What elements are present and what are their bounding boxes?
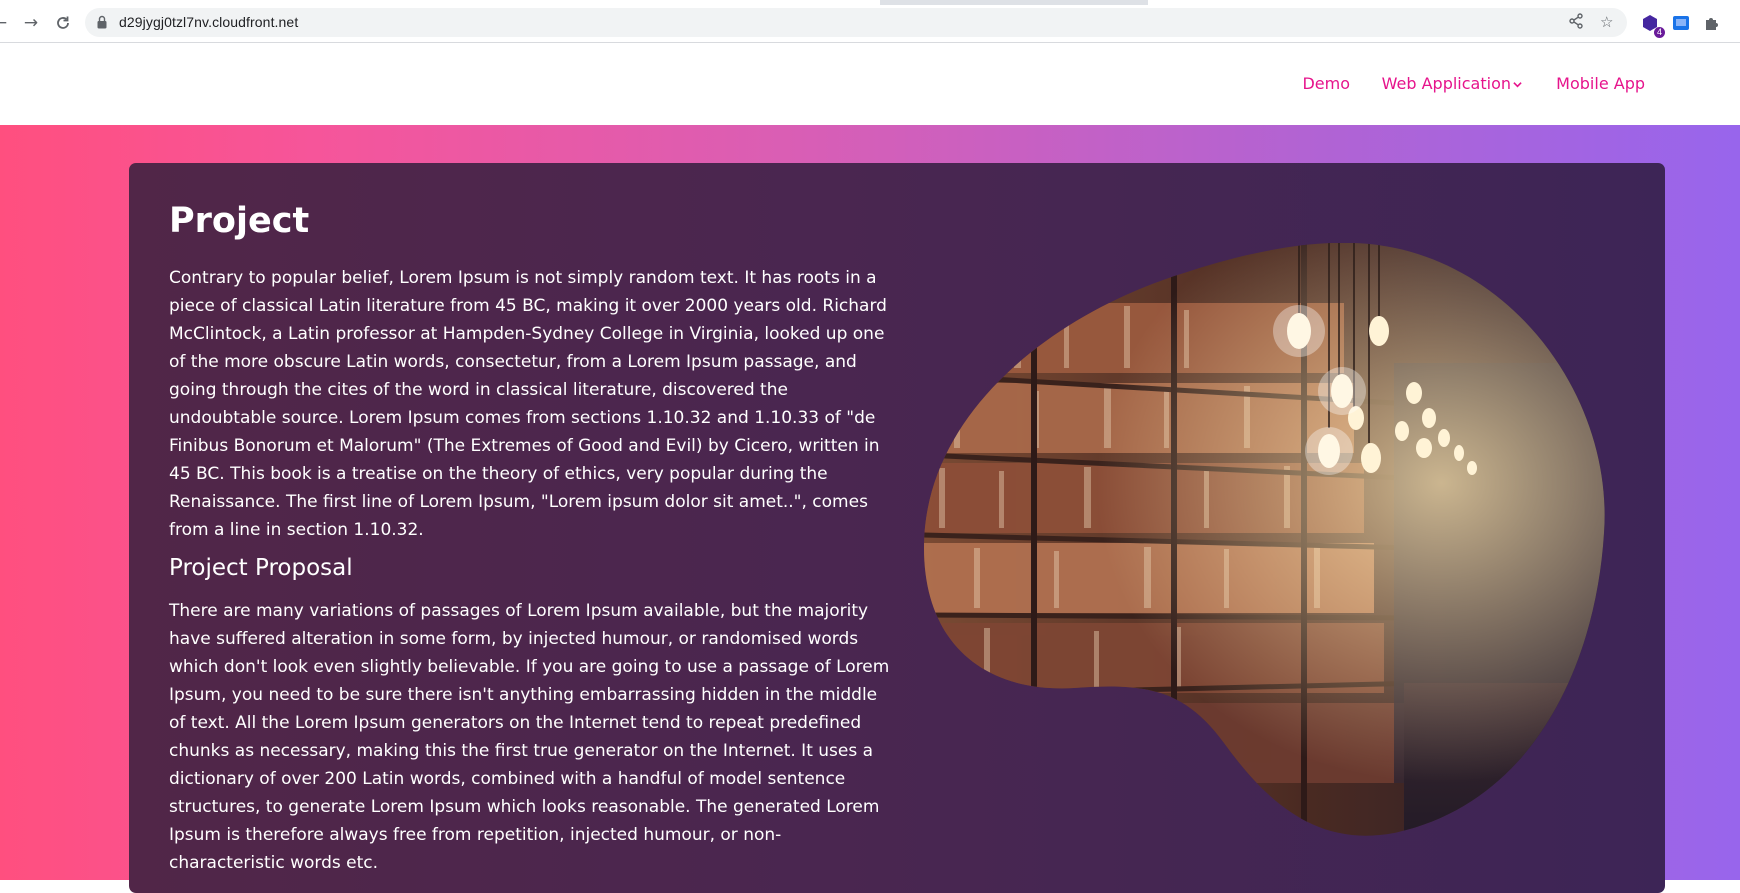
extension-icon[interactable] bbox=[1670, 12, 1692, 34]
library-image bbox=[924, 243, 1605, 836]
url-text[interactable]: d29jygj0tzl7nv.cloudfront.net bbox=[119, 14, 298, 30]
page-title: Project bbox=[169, 201, 310, 241]
section-heading: Project Proposal bbox=[169, 555, 353, 581]
nav-link-web-application[interactable]: Web Application bbox=[1382, 74, 1522, 93]
back-icon[interactable]: ← bbox=[0, 9, 14, 37]
nav-link-mobile-app[interactable]: Mobile App bbox=[1556, 74, 1645, 93]
nav-link-demo[interactable]: Demo bbox=[1302, 74, 1350, 93]
address-bar[interactable]: d29jygj0tzl7nv.cloudfront.net ☆ bbox=[85, 8, 1627, 37]
forward-icon[interactable]: → bbox=[17, 9, 45, 37]
extensions-puzzle-icon[interactable] bbox=[1701, 12, 1723, 34]
browser-chrome: ← → d29jygj0tzl7nv.cloudfront.net ☆ 4 bbox=[0, 0, 1740, 43]
nav-link-label: Web Application bbox=[1381, 74, 1511, 93]
share-icon[interactable] bbox=[1569, 13, 1583, 33]
browser-tab[interactable] bbox=[1148, 0, 1740, 5]
extension-badge: 4 bbox=[1653, 27, 1665, 38]
lock-icon[interactable] bbox=[97, 15, 107, 29]
proposal-paragraph: There are many variations of passages of… bbox=[169, 601, 890, 873]
chevron-down-icon bbox=[1513, 82, 1522, 88]
reload-icon[interactable] bbox=[49, 9, 77, 37]
browser-tab[interactable] bbox=[0, 0, 880, 5]
extension-icon[interactable]: 4 bbox=[1639, 12, 1665, 38]
project-card: Project Contrary to popular belief, Lore… bbox=[129, 163, 1665, 893]
site-header: Demo Web Application Mobile App bbox=[0, 43, 1740, 125]
hero-section: Project Contrary to popular belief, Lore… bbox=[0, 125, 1740, 893]
tab-strip bbox=[0, 0, 1740, 5]
bookmark-star-icon[interactable]: ☆ bbox=[1600, 13, 1613, 31]
intro-paragraph: Contrary to popular belief, Lorem Ipsum … bbox=[169, 268, 887, 540]
